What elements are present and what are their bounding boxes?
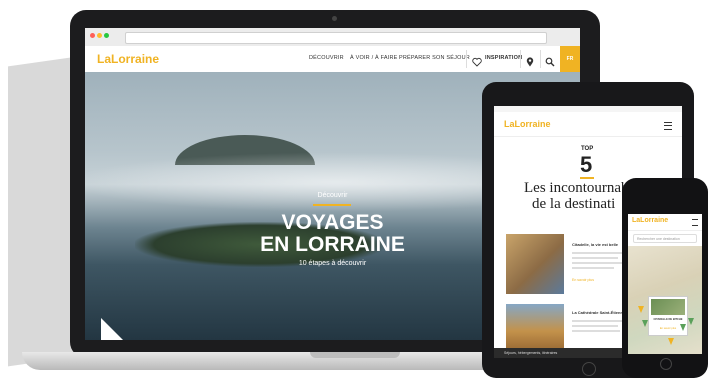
top-number: 5 xyxy=(580,152,593,177)
maximize-window-icon[interactable] xyxy=(104,33,109,38)
phone-logo[interactable]: LaLorraine xyxy=(632,217,668,224)
card-text-line xyxy=(572,320,622,322)
card-text-line xyxy=(572,252,622,254)
laptop-camera xyxy=(332,16,337,21)
logo-prefix: La xyxy=(97,52,112,66)
laptop-notch xyxy=(310,352,400,358)
site-navbar: LaLorraine DÉCOUVRIR À VOIR / À FAIRE PR… xyxy=(85,46,580,73)
corner-arrow-icon[interactable] xyxy=(101,318,123,340)
tablet-navbar: LaLorraine xyxy=(494,112,682,137)
browser-chrome xyxy=(85,28,580,47)
address-bar[interactable] xyxy=(125,32,547,44)
nav-preparer-sejour[interactable]: PRÉPARER SON SÉJOUR xyxy=(399,55,470,61)
site-logo[interactable]: LaLorraine xyxy=(97,52,159,66)
phone-search-input[interactable]: Rechercher une destination xyxy=(633,234,697,243)
heart-icon[interactable] xyxy=(472,54,482,67)
logo-prefix: La xyxy=(632,217,641,224)
card-text-line xyxy=(572,257,618,259)
logo-name: Lorraine xyxy=(640,217,669,224)
card-link-1[interactable]: En savoir plus xyxy=(572,278,594,282)
nav-decouvrir[interactable]: DÉCOUVRIR xyxy=(309,55,344,61)
minimize-window-icon[interactable] xyxy=(97,33,102,38)
card-text-line xyxy=(572,267,614,269)
logo-name: Lorraine xyxy=(111,52,160,66)
map-card-title: CITADELLE DE BITCHE xyxy=(653,318,683,321)
card-title-2[interactable]: La Cathédrale Saint-Étienne xyxy=(572,310,625,315)
phone-navbar: LaLorraine xyxy=(628,214,702,231)
phone-screen: LaLorraine Rechercher une destination CI… xyxy=(628,214,702,354)
hamburger-menu-icon[interactable] xyxy=(664,122,672,130)
close-window-icon[interactable] xyxy=(90,33,95,38)
tablet-logo[interactable]: LaLorraine xyxy=(504,119,551,129)
nav-divider xyxy=(520,50,521,68)
phone-map[interactable]: CITADELLE DE BITCHE En savoir plus xyxy=(628,246,702,354)
card-title-1[interactable]: Citadelle, la vie est belle xyxy=(572,242,618,247)
map-pin-icon[interactable] xyxy=(638,306,644,313)
map-pin-icon[interactable] xyxy=(688,318,694,325)
card-text-line xyxy=(572,325,618,327)
hamburger-menu-icon[interactable] xyxy=(692,219,698,226)
map-pin-icon[interactable] xyxy=(668,338,674,345)
card-text-line xyxy=(572,330,620,332)
nav-inspiration[interactable]: INSPIRATION xyxy=(485,55,522,61)
nav-divider xyxy=(540,50,541,68)
map-pin-icon[interactable] xyxy=(642,320,648,327)
card-image-citadelle[interactable] xyxy=(506,234,564,294)
language-selector[interactable]: FR xyxy=(560,46,580,72)
search-icon[interactable] xyxy=(545,54,555,67)
phone-home-button[interactable] xyxy=(660,358,672,370)
nav-divider xyxy=(466,50,467,68)
logo-prefix: La xyxy=(504,119,515,129)
top-accent-line xyxy=(580,177,594,179)
map-pin-icon[interactable] xyxy=(526,54,534,67)
card-text-line xyxy=(572,262,622,264)
nav-voir-faire[interactable]: À VOIR / À FAIRE xyxy=(350,55,398,61)
map-card-image xyxy=(651,299,685,315)
map-pin-icon[interactable] xyxy=(680,324,686,331)
hero-accent-line xyxy=(313,204,351,206)
tablet-home-button[interactable] xyxy=(582,362,596,376)
logo-name: Lorraine xyxy=(514,119,551,129)
